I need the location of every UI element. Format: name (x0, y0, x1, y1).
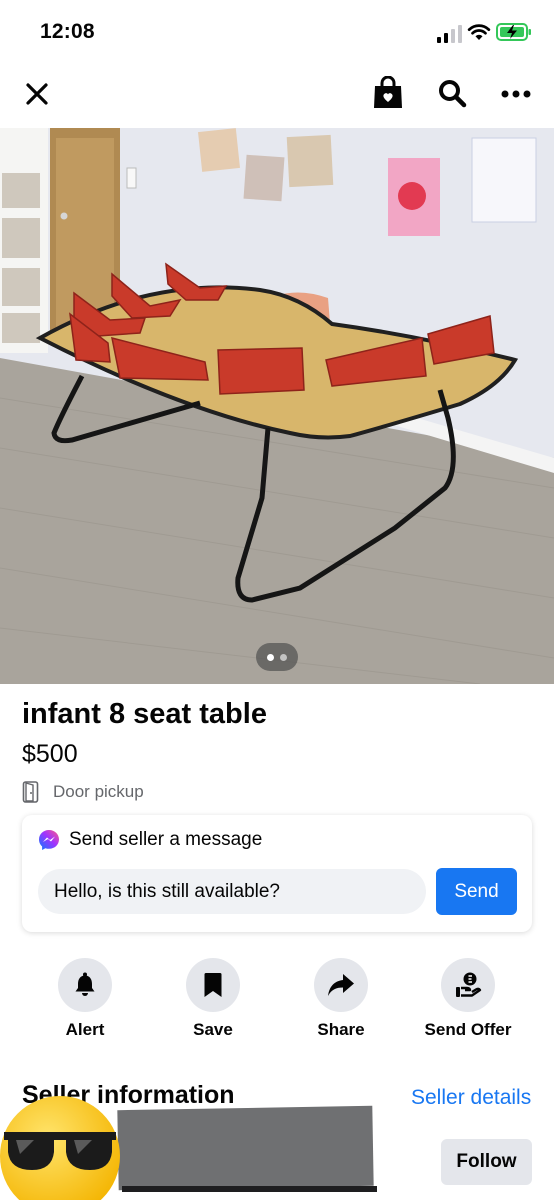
follow-button[interactable]: Follow (441, 1139, 532, 1185)
search-button[interactable] (432, 73, 472, 113)
marketplace-bag-button[interactable] (368, 73, 408, 113)
save-icon-circle (186, 958, 240, 1012)
listing-price: $500 (22, 740, 78, 768)
top-nav (0, 64, 554, 128)
more-dots-icon (501, 90, 531, 98)
close-icon (26, 83, 48, 105)
message-card-title: Send seller a message (69, 829, 263, 850)
send-offer-button[interactable]: Send Offer (413, 958, 523, 1040)
alert-label: Alert (65, 1020, 105, 1039)
status-time: 12:08 (40, 20, 95, 43)
more-options-button[interactable] (496, 74, 536, 114)
door-icon (22, 781, 39, 803)
send-offer-label: Send Offer (424, 1020, 512, 1039)
share-label: Share (317, 1020, 365, 1039)
send-offer-icon-circle (441, 958, 495, 1012)
seller-name-redaction (117, 1105, 374, 1191)
battery-charging-icon (496, 23, 531, 41)
message-input[interactable] (38, 869, 426, 914)
pager-dot (280, 653, 287, 661)
redaction-shadow (122, 1186, 377, 1192)
message-seller-card: Send seller a message Send (22, 815, 532, 932)
offer-icon (456, 972, 482, 997)
table-photo-image (0, 128, 554, 684)
close-button[interactable] (17, 74, 57, 114)
listing-photo[interactable] (0, 128, 554, 684)
save-button[interactable]: Save (158, 958, 268, 1040)
listing-actions: Alert Save Share Send Offer (0, 958, 554, 1048)
share-button[interactable]: Share (286, 958, 396, 1040)
pickup-method: Door pickup (22, 780, 144, 804)
send-button[interactable]: Send (436, 868, 517, 915)
wifi-icon (467, 24, 491, 40)
alert-button[interactable]: Alert (30, 958, 140, 1040)
share-icon-circle (314, 958, 368, 1012)
save-label: Save (193, 1020, 233, 1039)
seller-details-link[interactable]: Seller details (411, 1086, 531, 1110)
bell-icon (75, 972, 95, 996)
listing-title: infant 8 seat table (22, 698, 267, 730)
message-card-header: Send seller a message (38, 829, 262, 851)
pickup-text: Door pickup (53, 782, 144, 801)
bookmark-icon (204, 973, 222, 997)
messenger-icon (39, 830, 59, 850)
sunglasses-emoji-icon (0, 1096, 120, 1200)
search-icon (439, 80, 467, 108)
shopping-bag-icon (374, 76, 402, 108)
photo-pager[interactable] (256, 643, 298, 671)
alert-icon-circle (58, 958, 112, 1012)
cellular-signal-icon (437, 25, 462, 43)
pager-dot-active (267, 653, 274, 661)
share-arrow-icon (328, 974, 354, 996)
status-bar: 12:08 (0, 0, 554, 64)
